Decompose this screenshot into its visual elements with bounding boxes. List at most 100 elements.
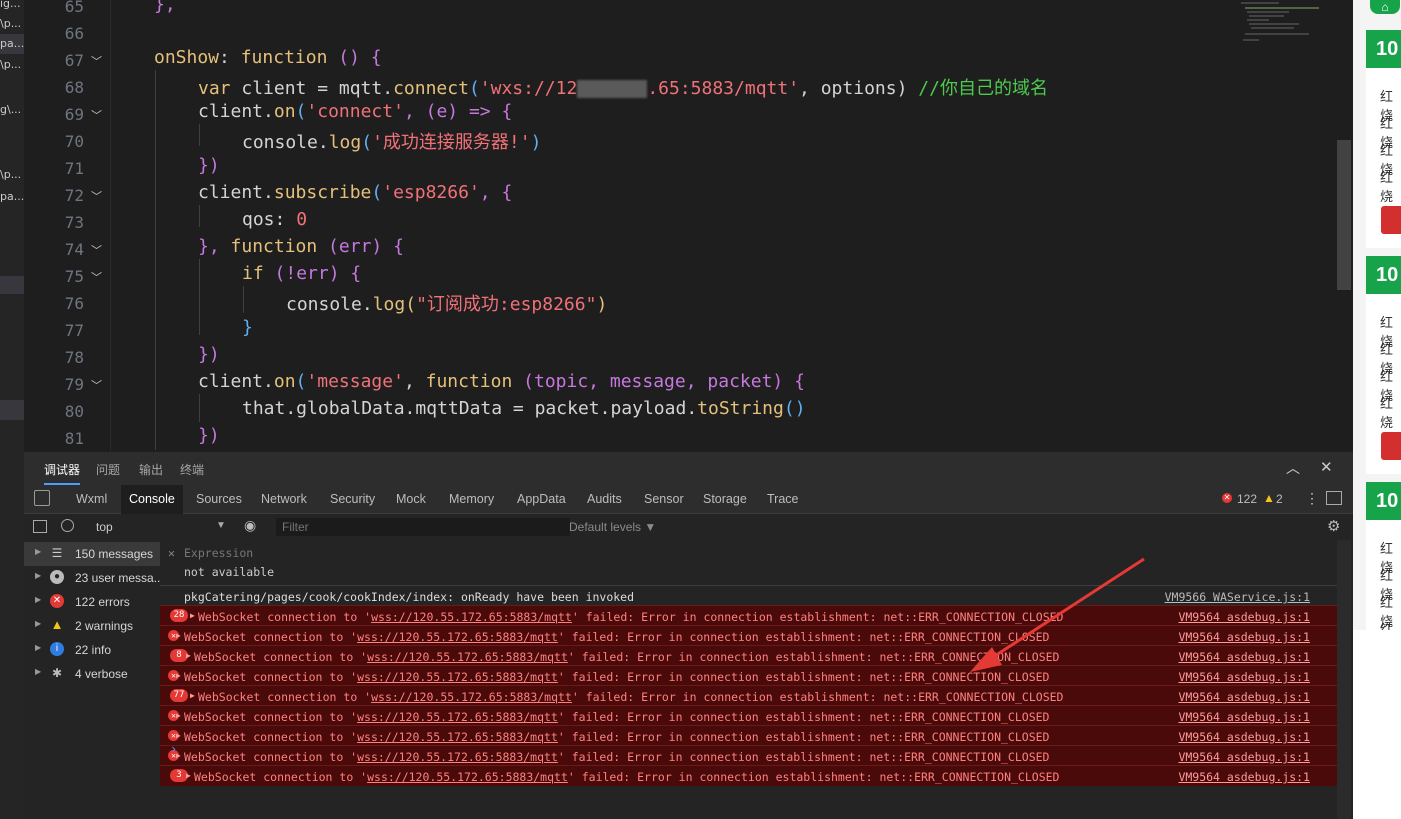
expand-triangle-icon[interactable]: ▶ bbox=[190, 691, 195, 700]
console-prompt[interactable]: › bbox=[170, 742, 177, 756]
clear-console-icon[interactable] bbox=[61, 519, 74, 532]
error-url-link[interactable]: wss://120.55.172.65:5883/mqtt bbox=[371, 690, 572, 704]
error-url-link[interactable]: wss://120.55.172.65:5883/mqtt bbox=[371, 610, 572, 624]
file-tree-item[interactable]: \p... bbox=[0, 58, 24, 71]
fold-chevron-icon[interactable]: ﹀ bbox=[91, 107, 102, 123]
log-line-error: ✕ ▶ WebSocket connection to 'wss://120.55.… bbox=[160, 665, 1338, 686]
console-sidebar: ▶ ☰ 150 messages ▶ ● 23 user messa... ▶ ✕ 1… bbox=[24, 540, 164, 819]
tab-appdata[interactable]: AppData bbox=[517, 492, 566, 506]
expand-triangle-icon[interactable]: ▶ bbox=[186, 651, 191, 660]
file-tree-item[interactable]: \p... bbox=[0, 17, 24, 30]
tab-output[interactable]: 输出 bbox=[139, 461, 163, 478]
fold-chevron-icon[interactable]: ﹀ bbox=[91, 188, 102, 204]
line-number: 69 bbox=[64, 105, 84, 124]
minimap[interactable] bbox=[1239, 0, 1349, 45]
tab-memory[interactable]: Memory bbox=[449, 492, 494, 506]
chevron-down-icon[interactable]: ▼ bbox=[216, 520, 226, 531]
log-source-link[interactable]: VM9566 WAService.js:1 bbox=[1165, 590, 1310, 604]
console-output[interactable]: ✕ Expression not available pkgCatering/p… bbox=[160, 540, 1353, 819]
action-button[interactable] bbox=[1381, 206, 1401, 234]
sidebar-item-messages[interactable]: ▶ ☰ 150 messages bbox=[24, 542, 160, 566]
expression-label[interactable]: Expression bbox=[184, 546, 253, 560]
log-source-link[interactable]: VM9564 asdebug.js:1 bbox=[1178, 710, 1310, 724]
dock-icon[interactable] bbox=[1326, 491, 1342, 505]
log-source-link[interactable]: VM9564 asdebug.js:1 bbox=[1178, 670, 1310, 684]
fold-chevron-icon[interactable]: ﹀ bbox=[91, 53, 102, 69]
console-scrollbar[interactable] bbox=[1337, 540, 1351, 819]
editor-scrollbar[interactable] bbox=[1337, 140, 1351, 290]
eye-icon[interactable]: ◉ bbox=[244, 517, 256, 534]
tab-security[interactable]: Security bbox=[330, 492, 375, 506]
file-tree-item[interactable]: \p... bbox=[0, 168, 24, 181]
expand-triangle-icon[interactable]: ▶ bbox=[186, 771, 191, 780]
log-source-link[interactable]: VM9564 asdebug.js:1 bbox=[1178, 730, 1310, 744]
sidebar-item-warnings[interactable]: ▶ ▲ 2 warnings bbox=[24, 614, 160, 638]
log-source-link[interactable]: VM9564 asdebug.js:1 bbox=[1178, 770, 1310, 784]
fold-chevron-icon[interactable]: ﹀ bbox=[91, 269, 102, 285]
error-url-link[interactable]: wss://120.55.172.65:5883/mqtt bbox=[357, 670, 558, 684]
more-icon[interactable]: ⋮ bbox=[1305, 490, 1319, 507]
log-source-link[interactable]: VM9564 asdebug.js:1 bbox=[1178, 650, 1310, 664]
expand-triangle-icon[interactable]: ▶ bbox=[176, 731, 181, 740]
tab-sensor[interactable]: Sensor bbox=[644, 492, 684, 506]
expand-triangle-icon[interactable]: ▶ bbox=[190, 611, 195, 620]
warning-count[interactable]: 2 bbox=[1276, 492, 1283, 506]
error-url-link[interactable]: wss://120.55.172.65:5883/mqtt bbox=[367, 770, 568, 784]
code-editor[interactable]: 65 66 67 ﹀ 68 69 ﹀ 70 71 72 ﹀ 73 74 ﹀ 75 ﹀ 76 77 78 79 ﹀ 80 81… bbox=[24, 0, 1353, 452]
file-tree-item[interactable]: pa... bbox=[0, 190, 24, 203]
menu-item[interactable]: 红烧 bbox=[1380, 619, 1401, 630]
menu-item[interactable]: 红烧 bbox=[1380, 393, 1401, 431]
log-levels-select[interactable]: Default levels ▼ bbox=[569, 520, 656, 534]
tab-trace[interactable]: Trace bbox=[767, 492, 799, 506]
fold-chevron-icon[interactable]: ﹀ bbox=[91, 377, 102, 393]
line-number: 77 bbox=[64, 321, 84, 340]
tab-problems[interactable]: 问题 bbox=[96, 461, 120, 478]
gear-icon[interactable]: ⚙ bbox=[1327, 517, 1340, 535]
bug-icon: ✱ bbox=[51, 666, 63, 680]
error-url-link[interactable]: wss://120.55.172.65:5883/mqtt bbox=[357, 710, 558, 724]
sidebar-item-user-messages[interactable]: ▶ ● 23 user messa... bbox=[24, 566, 164, 590]
filter-input[interactable] bbox=[276, 518, 570, 536]
line-number: 78 bbox=[64, 348, 84, 367]
tab-storage[interactable]: Storage bbox=[703, 492, 747, 506]
tab-terminal[interactable]: 终端 bbox=[180, 461, 204, 478]
context-select[interactable]: top bbox=[96, 520, 113, 534]
chevron-up-icon[interactable]: ︿ bbox=[1286, 458, 1300, 478]
close-icon[interactable]: ✕ bbox=[168, 546, 175, 560]
sidebar-toggle-icon[interactable] bbox=[33, 520, 47, 533]
close-icon[interactable]: ✕ bbox=[1320, 458, 1333, 476]
sidebar-item-verbose[interactable]: ▶ ✱ 4 verbose bbox=[24, 662, 160, 686]
file-tree-item[interactable]: pa... bbox=[0, 34, 24, 54]
tab-mock[interactable]: Mock bbox=[396, 492, 426, 506]
log-source-link[interactable]: VM9564 asdebug.js:1 bbox=[1178, 630, 1310, 644]
tab-console[interactable]: Console bbox=[121, 485, 183, 514]
expand-triangle-icon[interactable]: ▶ bbox=[176, 631, 181, 640]
file-tree-item[interactable] bbox=[0, 276, 24, 294]
file-tree-item[interactable] bbox=[0, 400, 24, 420]
tab-wxml[interactable]: Wxml bbox=[76, 492, 107, 506]
file-tree-item[interactable]: ig... bbox=[0, 0, 24, 10]
tab-sources[interactable]: Sources bbox=[196, 492, 242, 506]
sidebar-item-errors[interactable]: ▶ ✕ 122 errors bbox=[24, 590, 160, 614]
expand-triangle-icon[interactable]: ▶ bbox=[176, 711, 181, 720]
tab-network[interactable]: Network bbox=[261, 492, 307, 506]
log-source-link[interactable]: VM9564 asdebug.js:1 bbox=[1178, 690, 1310, 704]
expand-triangle-icon[interactable]: ▶ bbox=[176, 671, 181, 680]
menu-item[interactable]: 红烧 bbox=[1380, 167, 1401, 205]
home-icon[interactable]: ⌂ bbox=[1370, 0, 1400, 14]
file-tree-item[interactable]: g\... bbox=[0, 103, 24, 116]
fold-chevron-icon[interactable]: ﹀ bbox=[91, 242, 102, 258]
tab-audits[interactable]: Audits bbox=[587, 492, 622, 506]
sidebar-item-info[interactable]: ▶ i 22 info bbox=[24, 638, 160, 662]
inspect-icon[interactable] bbox=[34, 490, 50, 506]
repeat-count-badge: 77 bbox=[170, 689, 188, 702]
error-count[interactable]: 122 bbox=[1237, 492, 1257, 506]
error-url-link[interactable]: wss://120.55.172.65:5883/mqtt bbox=[357, 730, 558, 744]
error-url-link[interactable]: wss://120.55.172.65:5883/mqtt bbox=[357, 750, 558, 764]
error-url-link[interactable]: wss://120.55.172.65:5883/mqtt bbox=[357, 630, 558, 644]
tab-debugger[interactable]: 调试器 bbox=[44, 461, 81, 485]
log-source-link[interactable]: VM9564 asdebug.js:1 bbox=[1178, 610, 1310, 624]
log-source-link[interactable]: VM9564 asdebug.js:1 bbox=[1178, 750, 1310, 764]
error-url-link[interactable]: wss://120.55.172.65:5883/mqtt bbox=[367, 650, 568, 664]
action-button[interactable] bbox=[1381, 432, 1401, 460]
